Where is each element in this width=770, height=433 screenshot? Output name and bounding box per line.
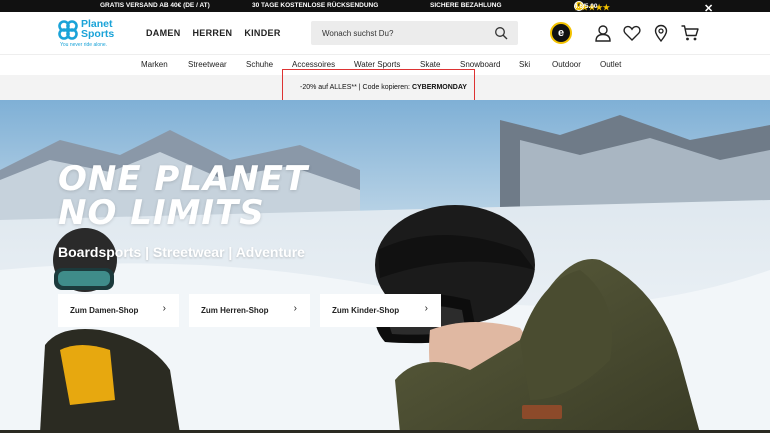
- free-returns-note: 30 TAGE KOSTENLOSE RÜCKSENDUNG: [252, 2, 379, 9]
- kinder-shop-button[interactable]: Zum Kinder-Shop ›: [320, 294, 441, 327]
- hero-banner: ONE PLANET NO LIMITS Boardsports | Stree…: [0, 100, 770, 433]
- trusted-shops-rating[interactable]: e ★★★★★ 4.6/5.00: [574, 1, 610, 12]
- store-locator-pin-icon[interactable]: [652, 24, 670, 43]
- nav-herren[interactable]: HERREN: [193, 28, 233, 38]
- search-bar: [311, 21, 518, 45]
- header-icons: [594, 24, 699, 43]
- secure-payment-note: SICHERE BEZAHLUNG: [430, 2, 502, 9]
- logo-word-sports: Sports: [81, 28, 115, 40]
- hero-subline: Boardsports | Streetwear | Adventure: [58, 244, 305, 260]
- account-icon[interactable]: [594, 24, 612, 42]
- rating-score: 4.6/5.00: [574, 3, 598, 10]
- damen-shop-label: Zum Damen-Shop: [70, 306, 139, 315]
- damen-shop-button[interactable]: Zum Damen-Shop ›: [58, 294, 179, 327]
- trusted-shops-badge[interactable]: e: [550, 22, 572, 44]
- logo-icon: [58, 20, 78, 40]
- hero-photo: [0, 100, 770, 433]
- wishlist-heart-icon[interactable]: [623, 24, 641, 42]
- planet-sports-logo[interactable]: Planet Sports You never ride alone.: [58, 18, 122, 50]
- top-info-bar: GRATIS VERSAND AB 40€ (DE / AT) 30 TAGE …: [0, 0, 770, 15]
- logo-tagline: You never ride alone.: [60, 42, 108, 48]
- free-shipping-note: GRATIS VERSAND AB 40€ (DE / AT): [100, 2, 210, 9]
- headline-line-1: ONE PLANET: [58, 159, 309, 199]
- cat-marken[interactable]: Marken: [141, 60, 168, 69]
- cat-streetwear[interactable]: Streetwear: [188, 60, 227, 69]
- chevron-right-icon: ›: [424, 303, 428, 314]
- nav-damen[interactable]: DAMEN: [146, 28, 181, 38]
- cat-accessoires[interactable]: Accessoires: [292, 60, 335, 69]
- kinder-shop-label: Zum Kinder-Shop: [332, 306, 400, 315]
- cat-outdoor[interactable]: Outdoor: [552, 60, 581, 69]
- search-icon[interactable]: [494, 26, 508, 40]
- hero-headline: ONE PLANET NO LIMITS: [58, 162, 308, 230]
- headline-line-2: NO LIMITS: [58, 193, 265, 233]
- chevron-right-icon: ›: [162, 303, 166, 314]
- herren-shop-label: Zum Herren-Shop: [201, 306, 269, 315]
- cart-icon[interactable]: [681, 24, 699, 42]
- gender-nav: DAMEN HERREN KINDER: [146, 28, 281, 38]
- cat-skate[interactable]: Skate: [420, 60, 440, 69]
- cat-ski[interactable]: Ski: [519, 60, 530, 69]
- nav-kinder[interactable]: KINDER: [244, 28, 280, 38]
- cat-schuhe[interactable]: Schuhe: [246, 60, 273, 69]
- search-input[interactable]: [311, 21, 491, 45]
- cat-outlet[interactable]: Outlet: [600, 60, 621, 69]
- herren-shop-button[interactable]: Zum Herren-Shop ›: [189, 294, 310, 327]
- chevron-right-icon: ›: [293, 303, 297, 314]
- cat-water-sports[interactable]: Water Sports: [354, 60, 400, 69]
- logo-wordmark: Planet Sports: [81, 19, 115, 40]
- cat-snowboard[interactable]: Snowboard: [460, 60, 500, 69]
- site-header: Planet Sports You never ride alone. DAME…: [0, 12, 770, 54]
